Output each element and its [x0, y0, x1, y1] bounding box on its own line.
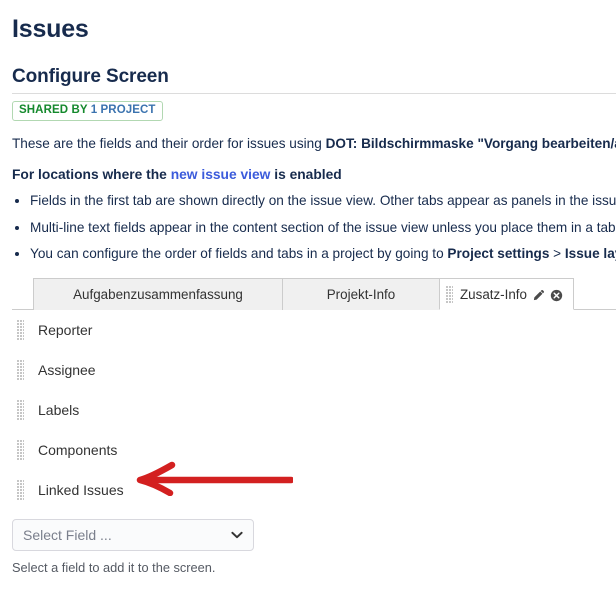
list-item: Fields in the first tab are shown direct…: [0, 191, 616, 211]
table-row[interactable]: Components: [0, 430, 616, 470]
bullet-text: Multi-line text fields appear in the con…: [30, 219, 616, 235]
subhead-prefix: For locations where the: [12, 167, 171, 183]
tab-label: Aufgabenzusammenfassung: [73, 287, 243, 303]
table-row[interactable]: Linked Issues: [0, 470, 616, 510]
tab-aufgabenzusammenfassung[interactable]: Aufgabenzusammenfassung: [33, 278, 283, 311]
drag-handle-icon[interactable]: [17, 320, 24, 341]
field-label: Components: [38, 442, 118, 459]
screen-field-list: Reporter Assignee Labels Components Link…: [0, 310, 616, 510]
add-field-hint: Select a field to add it to the screen.: [12, 560, 216, 576]
info-bullet-list: Fields in the first tab are shown direct…: [0, 182, 616, 264]
bullet-separator: >: [549, 246, 565, 262]
drag-handle-icon[interactable]: [17, 360, 24, 381]
close-circle-icon[interactable]: [550, 289, 563, 302]
bullet-text: You can configure the order of fields an…: [30, 246, 448, 262]
shared-badge-label: SHARED BY: [19, 103, 88, 116]
tab-projekt-info[interactable]: Projekt-Info: [282, 278, 440, 311]
field-label: Assignee: [38, 362, 96, 379]
screen-description: These are the fields and their order for…: [0, 121, 616, 153]
shared-badge-wrapper: SHARED BY 1 PROJECT: [0, 94, 616, 121]
tab-zusatz-info[interactable]: Zusatz-Info: [439, 278, 574, 311]
screen-name: DOT: Bildschirmmaske "Vorgang bearbeiten…: [325, 135, 616, 151]
screen-tabs: Aufgabenzusammenfassung Projekt-Info Zus…: [12, 278, 616, 311]
shared-badge-project-link[interactable]: 1 PROJECT: [91, 104, 156, 116]
bullet-text: Fields in the first tab are shown direct…: [30, 193, 616, 209]
screen-description-prefix: These are the fields and their order for…: [12, 135, 326, 151]
tabs-left-spacer: [12, 278, 33, 309]
page-title: Issues: [12, 15, 89, 43]
tab-label: Projekt-Info: [326, 287, 396, 303]
section-title: Configure Screen: [12, 65, 169, 87]
bullet-bold-project-settings: Project settings: [447, 246, 550, 262]
list-item: Multi-line text fields appear in the con…: [0, 218, 616, 238]
field-label: Reporter: [38, 322, 93, 339]
select-field-placeholder: Select Field ...: [23, 527, 112, 544]
status-badge: SHARED BY 1 PROJECT: [12, 100, 163, 121]
new-issue-view-subhead: For locations where the new issue view i…: [0, 153, 616, 182]
drag-handle-icon[interactable]: [446, 285, 453, 303]
pencil-icon[interactable]: [532, 289, 545, 302]
subhead-suffix: is enabled: [270, 167, 342, 183]
table-row[interactable]: Labels: [0, 390, 616, 430]
select-field-dropdown[interactable]: Select Field ...: [12, 519, 254, 552]
table-row[interactable]: Assignee: [0, 350, 616, 390]
new-issue-view-link[interactable]: new issue view: [171, 167, 271, 182]
configure-screen-page: Issues Configure Screen SHARED BY 1 PROJ…: [0, 0, 616, 590]
drag-handle-icon[interactable]: [17, 400, 24, 421]
bullet-bold-issue-layout: Issue layout: [564, 246, 616, 262]
tab-label: Zusatz-Info: [460, 286, 527, 302]
drag-handle-icon[interactable]: [17, 440, 24, 461]
list-item: You can configure the order of fields an…: [0, 244, 616, 264]
drag-handle-icon[interactable]: [17, 480, 24, 501]
field-label: Linked Issues: [38, 482, 124, 499]
table-row[interactable]: Reporter: [0, 310, 616, 350]
field-label: Labels: [38, 402, 80, 419]
add-field-select-wrapper: Select Field ...: [12, 519, 254, 552]
